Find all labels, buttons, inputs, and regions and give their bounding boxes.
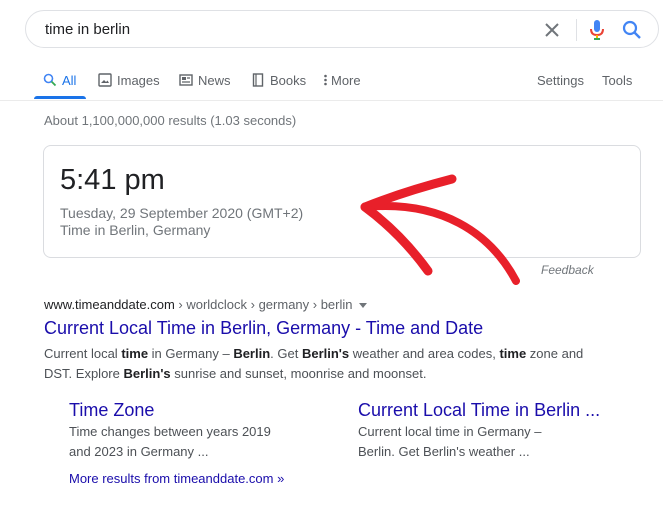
tab-books[interactable]: Books [251,71,306,89]
search-input[interactable]: time in berlin [45,21,130,38]
tab-all-label: All [62,72,77,88]
book-icon [252,73,264,87]
tools-link[interactable]: Tools [602,71,632,89]
tab-more[interactable]: More [323,71,361,89]
tabs-divider [0,100,663,101]
result-title-link[interactable]: Current Local Time in Berlin, Germany - … [44,318,483,339]
search-icon [43,73,57,87]
clock-location: Time in Berlin, Germany [60,222,211,238]
results-count: About 1,100,000,000 results (1.03 second… [44,113,297,128]
tab-more-label: More [331,72,361,88]
result-domain: www.timeanddate.com [44,297,175,312]
result-snippet: Current local time in Germany – Berlin. … [44,346,584,381]
result-url[interactable]: www.timeanddate.com › worldclock › germa… [44,297,367,312]
search-icon[interactable] [622,20,642,40]
sitelink-current-local-time[interactable]: Current Local Time in Berlin ... [358,400,600,421]
image-icon [98,73,112,87]
tab-news[interactable]: News [179,71,231,89]
tab-all[interactable]: All [43,71,76,89]
search-divider [576,19,577,41]
settings-link[interactable]: Settings [537,71,584,89]
result-breadcrumb: › worldclock › germany › berlin [174,297,353,312]
chevron-down-icon[interactable] [358,303,367,309]
vertical-dots-icon [324,74,327,86]
sitelink-time-zone-desc: Time changes between years 2019 and 2023… [69,424,271,459]
tab-images-label: Images [117,72,160,88]
close-icon[interactable] [543,21,561,39]
newspaper-icon [179,74,193,86]
tab-books-label: Books [270,72,307,88]
feedback-link[interactable]: Feedback [541,263,594,277]
active-tab-indicator [34,96,86,99]
search-box[interactable]: time in berlin [25,10,659,48]
sitelink-current-local-time-desc: Current local time in Germany – Berlin. … [358,424,542,459]
sitelink-time-zone[interactable]: Time Zone [69,400,154,421]
clock-card: 5:41 pm Tuesday, 29 September 2020 (GMT+… [43,145,641,258]
microphone-icon[interactable] [588,19,606,41]
more-results-link[interactable]: More results from timeanddate.com » [69,471,284,486]
clock-time: 5:41 pm [60,164,165,196]
tab-news-label: News [198,72,231,88]
tools-label: Tools [602,72,633,88]
settings-label: Settings [537,72,584,88]
search-tabs: All Images News Books More Settings Tool… [0,64,663,100]
clock-date: Tuesday, 29 September 2020 (GMT+2) [60,205,304,221]
tab-images[interactable]: Images [98,71,160,89]
